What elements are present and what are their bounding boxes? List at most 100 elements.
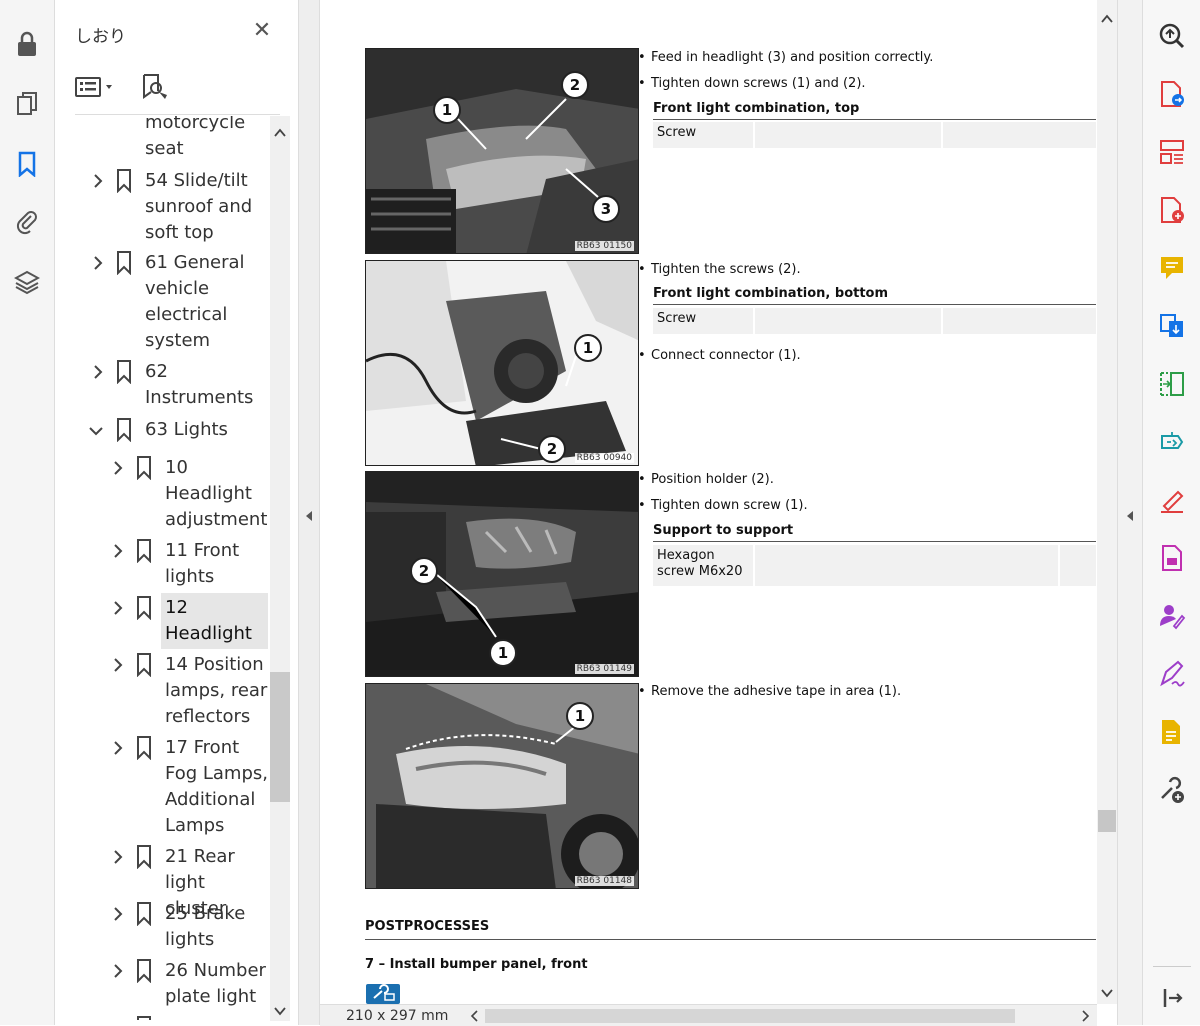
- table-cell-empty: [943, 122, 1096, 148]
- bookmark-item[interactable]: 10 Headlight adjustment: [75, 455, 270, 535]
- export-pdf-icon[interactable]: [1158, 80, 1186, 108]
- chevron-down-icon[interactable]: [274, 1006, 286, 1016]
- bookmark-icon[interactable]: [11, 148, 43, 180]
- bookmark-item[interactable]: 25 Brake lights: [75, 901, 270, 955]
- photo-illustration: [366, 49, 638, 253]
- chevron-right-icon[interactable]: [111, 850, 125, 864]
- status-bar: 210 x 297 mm: [320, 1004, 1097, 1026]
- close-icon[interactable]: ✕: [251, 20, 273, 42]
- find-bookmark-button[interactable]: [141, 70, 169, 104]
- panel-scroll-thumb[interactable]: [270, 672, 290, 802]
- organize-pages-icon[interactable]: [1158, 138, 1186, 166]
- lock-icon[interactable]: [11, 28, 43, 60]
- tools-rail: [1142, 0, 1200, 1025]
- instruction-bullet: Tighten down screw (1).: [638, 498, 808, 513]
- chevron-right-icon[interactable]: [91, 365, 105, 379]
- repair-photo: RB63 01148 1: [365, 683, 639, 889]
- document-page: RB63 01150 1 2 3 Feed in headlight (3) a…: [320, 0, 1097, 1004]
- collapse-right-icon[interactable]: [1125, 510, 1135, 522]
- chevron-up-icon[interactable]: [274, 128, 286, 138]
- zoom-icon[interactable]: [1158, 22, 1186, 50]
- collapse-tools-icon[interactable]: [1158, 984, 1186, 1012]
- photo-reference: RB63 01150: [574, 241, 634, 251]
- action-wizard-icon[interactable]: [1158, 428, 1186, 456]
- chevron-right-icon[interactable]: [111, 658, 125, 672]
- bookmark-options-button[interactable]: [75, 70, 115, 104]
- chevron-right-icon[interactable]: [91, 174, 105, 188]
- bookmark-item[interactable]: 12 Headlight: [75, 593, 270, 649]
- bookmark-item[interactable]: 54 Slide/tilt sunroof and soft top: [75, 168, 270, 248]
- panel-scrollbar[interactable]: [270, 116, 290, 1021]
- chevron-right-icon[interactable]: [111, 964, 125, 978]
- bookmark-label: 26 Number plate light: [165, 960, 266, 1007]
- instruction-bullet: Position holder (2).: [638, 472, 774, 487]
- bookmark-label: 12 Headlight: [165, 597, 252, 644]
- table-rule: [653, 304, 1096, 305]
- instruction-bullet: Feed in headlight (3) and position corre…: [638, 50, 933, 65]
- more-tools-icon[interactable]: [1158, 776, 1186, 804]
- convert-icon[interactable]: [1158, 312, 1186, 340]
- torque-table-heading: Front light combination, bottom: [653, 286, 889, 301]
- rail-separator: [1153, 966, 1191, 967]
- repair-photo: RB63 00940 1 2: [365, 260, 639, 466]
- callout-number: 1: [574, 334, 602, 362]
- collapse-left-icon[interactable]: [304, 510, 314, 522]
- bookmark-item[interactable]: 61 General vehicle electrical system: [75, 250, 270, 356]
- bookmark-ribbon-icon: [137, 456, 151, 480]
- chevron-right-icon[interactable]: [91, 256, 105, 270]
- next-step-title: 7 – Install bumper panel, front: [365, 957, 588, 972]
- bookmark-item[interactable]: 62 Instruments: [75, 359, 270, 413]
- panel-separator: [75, 114, 280, 115]
- callout-number: 1: [566, 702, 594, 730]
- panel-divider[interactable]: [298, 0, 320, 1025]
- callout-number: 1: [489, 639, 517, 667]
- bookmark-item[interactable]: 63 Lights: [75, 417, 270, 445]
- request-signature-icon[interactable]: [1158, 602, 1186, 630]
- callout-number: 3: [592, 195, 620, 223]
- fill-sign-icon[interactable]: [1158, 486, 1186, 514]
- bookmark-item[interactable]: 26 Number plate light: [75, 958, 270, 1012]
- bookmarks-panel: しおり ✕ motorcycle seat 54 Slide/tilt sunr…: [55, 0, 298, 1025]
- photo-reference: RB63 01149: [574, 664, 634, 674]
- list-options-icon: [75, 77, 112, 97]
- tools-panel-divider[interactable]: [1117, 0, 1143, 1025]
- bookmark-item[interactable]: 17 Front Fog Lamps, Additional Lamps: [75, 735, 270, 841]
- compare-icon[interactable]: [1158, 370, 1186, 398]
- chevron-right-icon[interactable]: [111, 741, 125, 755]
- bookmark-search-icon: [143, 74, 167, 99]
- scroll-right-icon[interactable]: [1080, 1010, 1090, 1022]
- bookmark-item[interactable]: 11 Front lights: [75, 538, 270, 592]
- document-scrollbar[interactable]: [1097, 0, 1117, 1004]
- bookmark-label: 61 General vehicle electrical system: [145, 252, 245, 351]
- bookmark-item[interactable]: 14 Position lamps, rear reflectors: [75, 652, 270, 732]
- scroll-left-icon[interactable]: [470, 1010, 480, 1022]
- sign-pen-icon[interactable]: [1158, 660, 1186, 688]
- protect-icon[interactable]: [1158, 544, 1186, 572]
- chevron-up-icon[interactable]: [1101, 14, 1113, 24]
- chevron-down-icon[interactable]: [89, 424, 103, 438]
- bookmark-label: 11 Front lights: [165, 540, 240, 587]
- create-pdf-icon[interactable]: [1158, 196, 1186, 224]
- photo-illustration: [366, 261, 638, 465]
- horizontal-scroll-thumb[interactable]: [485, 1009, 1015, 1023]
- chevron-right-icon[interactable]: [111, 907, 125, 921]
- bookmark-tree: motorcycle seat 54 Slide/tilt sunroof an…: [75, 116, 270, 1020]
- callout-number: 2: [410, 557, 438, 585]
- chevron-down-icon[interactable]: [1101, 988, 1113, 998]
- pages-icon[interactable]: [11, 88, 43, 120]
- photo-illustration: [366, 684, 638, 888]
- document-scroll-thumb[interactable]: [1098, 810, 1116, 832]
- prepare-form-icon[interactable]: [1158, 718, 1186, 746]
- layers-icon[interactable]: [11, 266, 43, 298]
- comment-icon[interactable]: [1158, 254, 1186, 282]
- bookmark-item[interactable]: 21 Rear light cluster: [75, 844, 270, 919]
- torque-table-heading: Support to support: [653, 523, 794, 538]
- photo-reference: RB63 01148: [574, 876, 634, 886]
- bookmark-ribbon-icon: [137, 539, 151, 563]
- chevron-right-icon[interactable]: [111, 601, 125, 615]
- attachment-icon[interactable]: [11, 206, 43, 238]
- bookmark-ribbon-icon: [117, 360, 131, 384]
- table-cell-empty: [755, 122, 941, 148]
- chevron-right-icon[interactable]: [111, 461, 125, 475]
- chevron-right-icon[interactable]: [111, 544, 125, 558]
